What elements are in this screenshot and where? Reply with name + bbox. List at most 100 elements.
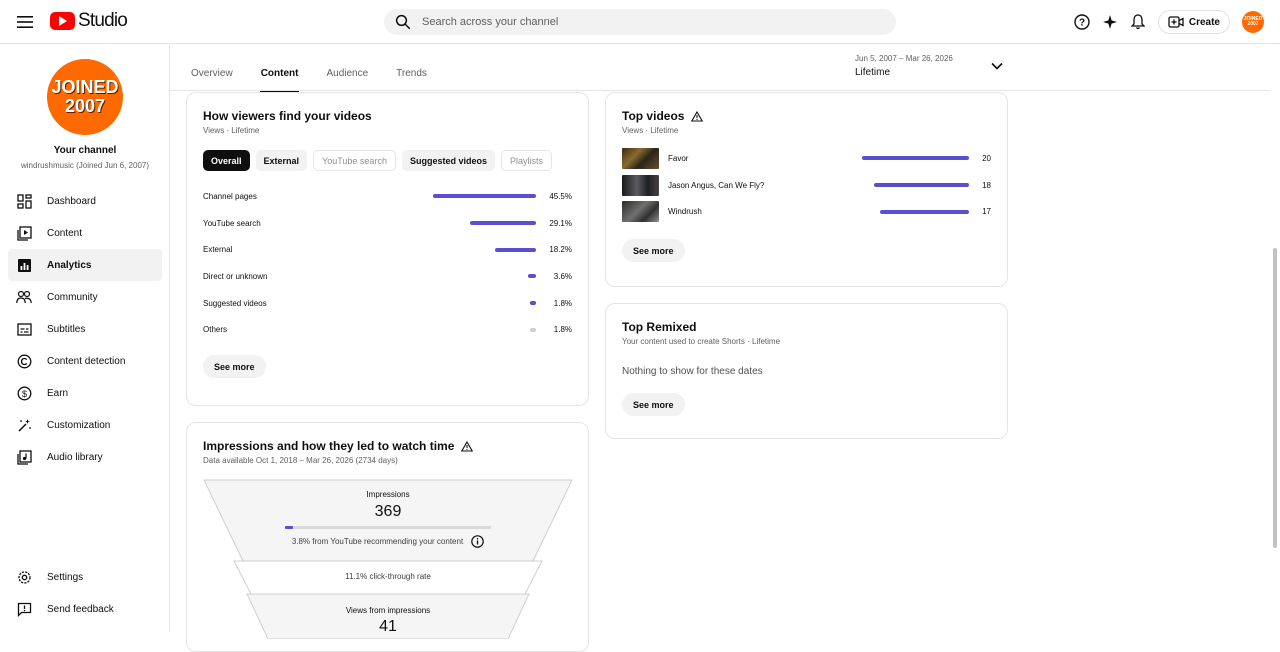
search-input[interactable] xyxy=(422,16,862,28)
tab-audience[interactable]: Audience xyxy=(325,58,369,93)
video-thumbnail[interactable] xyxy=(622,174,659,196)
sidebar-item-label: Subtitles xyxy=(47,323,86,335)
feedback-icon xyxy=(16,601,32,617)
date-range-picker[interactable]: Jun 5, 2007 – Mar 26, 2026 Lifetime xyxy=(855,54,1005,78)
traffic-source-pct: 18.2% xyxy=(549,245,572,255)
top-videos-card: Top videos Views · Lifetime Favor 20 Jas… xyxy=(605,92,1008,287)
video-views-bar xyxy=(862,156,969,161)
warning-icon[interactable] xyxy=(461,440,474,452)
views-from-impressions-value: 41 xyxy=(379,618,397,635)
video-views-bar xyxy=(880,209,969,214)
channel-avatar[interactable]: JOINED 2007 xyxy=(47,59,123,135)
search-bar[interactable] xyxy=(384,9,896,35)
warning-icon[interactable] xyxy=(691,110,704,122)
tab-trends[interactable]: Trends xyxy=(395,58,428,93)
list-item: Direct or unknown 3.6% xyxy=(203,263,572,290)
account-avatar[interactable]: JOINED 2007 xyxy=(1242,11,1264,33)
top-videos-subtitle: Views · Lifetime xyxy=(622,126,679,135)
traffic-source-label: Channel pages xyxy=(203,191,257,201)
community-icon xyxy=(16,289,32,305)
search-icon xyxy=(395,14,411,30)
traffic-source-bar xyxy=(470,221,536,226)
page-scrollbar[interactable] xyxy=(1273,248,1277,548)
top-remixed-subtitle: Your content used to create Shorts · Lif… xyxy=(622,337,781,346)
channel-avatar-line1: JOINED xyxy=(51,77,119,97)
traffic-see-more-button[interactable]: See more xyxy=(203,355,266,379)
sidebar-item-analytics[interactable]: Analytics xyxy=(8,249,162,281)
sparkle-icon[interactable] xyxy=(1102,11,1118,33)
video-title[interactable]: Jason Angus, Can We Fly? xyxy=(668,181,764,190)
traffic-source-bar xyxy=(495,247,536,252)
video-thumbnail[interactable] xyxy=(622,201,659,223)
sidebar-item-audio-library[interactable]: Audio library xyxy=(8,441,162,473)
sidebar-item-subtitles[interactable]: Subtitles xyxy=(8,313,162,345)
traffic-sources-subtitle: Views · Lifetime xyxy=(203,126,260,135)
sidebar-item-dashboard[interactable]: Dashboard xyxy=(8,185,162,217)
info-icon[interactable] xyxy=(471,535,484,548)
traffic-source-label: Suggested videos xyxy=(203,298,267,308)
tab-overview[interactable]: Overview xyxy=(190,58,234,93)
sidebar-item-content[interactable]: Content xyxy=(8,217,162,249)
gear-icon xyxy=(16,569,32,585)
top-bar: Studio ? Create JOINED 2007 xyxy=(0,0,1280,44)
traffic-sources-card: How viewers find your videos Views · Lif… xyxy=(186,92,589,406)
chip-overall[interactable]: Overall xyxy=(203,150,250,171)
create-button[interactable]: Create xyxy=(1157,10,1230,34)
chevron-down-icon xyxy=(991,62,1003,70)
table-row[interactable]: Windrush 17 xyxy=(622,198,991,225)
sidebar-item-customization[interactable]: Customization xyxy=(8,409,162,441)
sidebar-nav: Dashboard Content Analytics Community Su… xyxy=(8,185,162,473)
video-views: 20 xyxy=(982,153,991,163)
video-title[interactable]: Windrush xyxy=(668,207,702,216)
menu-icon[interactable] xyxy=(13,10,37,34)
analytics-icon xyxy=(16,257,32,273)
traffic-source-bar xyxy=(530,301,536,306)
sidebar-item-earn[interactable]: $ Earn xyxy=(8,377,162,409)
chip-youtube-search[interactable]: YouTube search xyxy=(313,150,396,171)
chip-external[interactable]: External xyxy=(255,150,308,171)
traffic-source-bar xyxy=(433,194,536,199)
youtube-play-icon xyxy=(50,12,75,30)
tab-content[interactable]: Content xyxy=(259,58,300,93)
sidebar-item-content-detection[interactable]: Content detection xyxy=(8,345,162,377)
table-row[interactable]: Favor 20 xyxy=(622,145,991,172)
help-icon[interactable]: ? xyxy=(1074,11,1090,33)
traffic-sources-title: How viewers find your videos xyxy=(203,109,372,123)
wand-icon xyxy=(16,417,32,433)
list-item: External 18.2% xyxy=(203,236,572,263)
sidebar-item-label: Customization xyxy=(47,419,111,431)
sidebar-item-settings[interactable]: Settings xyxy=(8,561,162,593)
notifications-icon[interactable] xyxy=(1130,11,1146,33)
video-thumbnail[interactable] xyxy=(622,147,659,169)
tabs-divider xyxy=(170,90,1270,91)
sidebar-item-community[interactable]: Community xyxy=(8,281,162,313)
studio-wordmark: Studio xyxy=(78,10,128,31)
chip-suggested-videos[interactable]: Suggested videos xyxy=(401,150,495,171)
impressions-funnel: Impressions 369 3.8% from YouTube recomm… xyxy=(203,479,573,639)
top-remixed-see-more-button[interactable]: See more xyxy=(622,393,685,416)
top-remixed-empty: Nothing to show for these dates xyxy=(622,366,763,377)
traffic-source-pct: 45.5% xyxy=(549,191,572,201)
top-videos-see-more-button[interactable]: See more xyxy=(622,239,685,263)
sidebar-item-send-feedback[interactable]: Send feedback xyxy=(8,593,162,625)
create-video-icon xyxy=(1168,16,1184,28)
traffic-source-list: Channel pages 45.5% YouTube search 29.1% E… xyxy=(203,183,572,343)
channel-avatar-line2: 2007 xyxy=(64,96,106,116)
traffic-source-pct: 1.8% xyxy=(553,298,572,308)
impressions-subtitle: Data available Oct 1, 2018 – Mar 26, 202… xyxy=(203,456,398,465)
sidebar-item-label: Community xyxy=(47,291,98,303)
traffic-source-label: YouTube search xyxy=(203,218,261,228)
copyright-icon xyxy=(16,353,32,369)
recommend-progress-track xyxy=(285,526,491,529)
impressions-card: Impressions and how they led to watch ti… xyxy=(186,422,589,652)
dashboard-icon xyxy=(16,193,32,209)
top-videos-list: Favor 20 Jason Angus, Can We Fly? 18 Win… xyxy=(622,145,991,225)
studio-logo[interactable]: Studio xyxy=(50,10,128,32)
traffic-source-bar xyxy=(530,327,536,332)
sidebar-item-label: Earn xyxy=(47,387,69,399)
video-title[interactable]: Favor xyxy=(668,154,688,163)
chip-playlists[interactable]: Playlists xyxy=(500,150,552,171)
list-item: Suggested videos 1.8% xyxy=(203,290,572,317)
sidebar-item-label: Content detection xyxy=(47,355,126,367)
table-row[interactable]: Jason Angus, Can We Fly? 18 xyxy=(622,172,991,199)
